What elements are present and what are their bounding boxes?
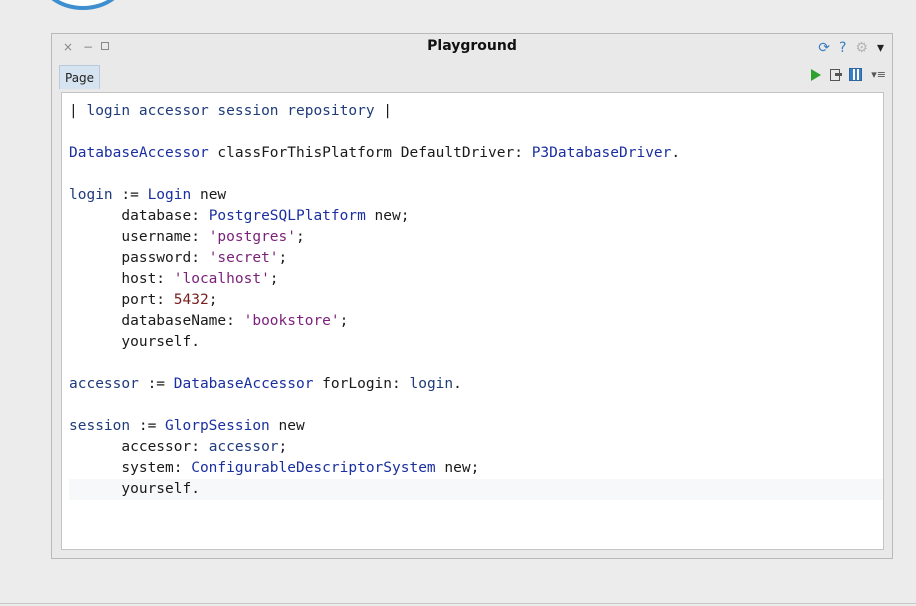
code-line: host: 'localhost';	[69, 269, 680, 290]
grid-icon[interactable]	[849, 68, 863, 81]
code-token: new	[191, 187, 227, 203]
code-token: new;	[435, 460, 480, 476]
help-icon[interactable]: ?	[839, 40, 846, 56]
code-token: P3DatabaseDriver	[531, 145, 672, 161]
code-token: session	[69, 418, 131, 434]
code-line: yourself.	[69, 479, 883, 500]
code-line: port: 5432;	[69, 290, 680, 311]
code-token: databaseName:	[69, 313, 244, 329]
code-editor[interactable]: | login accessor session repository | Da…	[61, 92, 884, 550]
code-line: username: 'postgres';	[69, 227, 680, 248]
code-token: :=	[138, 376, 174, 392]
window-title-icons: ⟳? ⚙ ▾	[818, 40, 884, 56]
code-token: ;	[339, 313, 349, 329]
code-token: |	[69, 103, 87, 119]
dropdown-arrow-icon[interactable]: ▾	[877, 40, 884, 56]
gear-icon[interactable]: ⚙	[855, 40, 868, 56]
code-token: ;	[296, 229, 305, 245]
code-token: .	[671, 145, 681, 161]
code-token: 'secret'	[208, 250, 279, 266]
code-token: username:	[69, 229, 209, 245]
code-token: system:	[69, 460, 192, 476]
code-token: DatabaseAccessor	[173, 376, 314, 392]
code-token: classForThisPlatform DefaultDriver:	[208, 145, 532, 161]
menu-icon[interactable]: ▾≡	[871, 68, 886, 81]
code-text[interactable]: | login accessor session repository | Da…	[69, 101, 883, 500]
playground-window: × − Playground ⟳? ⚙ ▾ Page ▾≡ | login acce…	[51, 33, 893, 559]
code-token: ;	[269, 271, 279, 287]
code-line: DatabaseAccessor classForThisPlatform De…	[69, 143, 680, 164]
code-token: .	[453, 376, 462, 392]
playground-toolbar: ▾≡	[811, 68, 886, 81]
window-titlebar[interactable]: × − Playground ⟳? ⚙ ▾	[52, 34, 892, 62]
code-token: password:	[69, 250, 209, 266]
code-token: accessor	[208, 439, 279, 455]
code-token: 5432	[173, 292, 209, 308]
code-token: 'localhost'	[173, 271, 270, 287]
code-token: 'postgres'	[208, 229, 296, 245]
taskbar-divider	[0, 603, 916, 604]
code-line: | login accessor session repository |	[69, 101, 680, 122]
code-token: PostgreSQLPlatform	[208, 208, 366, 224]
code-token: 'bookstore'	[243, 313, 340, 329]
sync-icon[interactable]: ⟳	[818, 40, 830, 56]
code-token: database:	[69, 208, 209, 224]
code-line: password: 'secret';	[69, 248, 680, 269]
code-token: accessor:	[69, 439, 209, 455]
code-token: yourself.	[69, 481, 200, 497]
code-token: DatabaseAccessor	[69, 145, 209, 161]
code-line: login := Login new	[69, 185, 680, 206]
code-token: :=	[130, 418, 166, 434]
code-token: host:	[69, 271, 174, 287]
code-line: yourself.	[69, 332, 680, 353]
code-token: login	[409, 376, 454, 392]
window-title: Playground	[427, 38, 517, 54]
export-icon[interactable]	[830, 68, 843, 81]
code-token: login accessor session repository	[86, 103, 375, 119]
code-token: ;	[278, 439, 288, 455]
code-token: ;	[278, 250, 288, 266]
code-token: login	[69, 187, 113, 203]
code-line: accessor := DatabaseAccessor forLogin: l…	[69, 374, 680, 395]
code-token: accessor	[69, 376, 139, 392]
code-token: |	[374, 103, 393, 119]
tab-page[interactable]: Page	[59, 65, 101, 89]
code-line: databaseName: 'bookstore';	[69, 311, 680, 332]
code-token: ;	[208, 292, 218, 308]
play-icon[interactable]	[811, 68, 822, 81]
code-token: :=	[112, 187, 148, 203]
code-token: yourself.	[69, 334, 200, 350]
code-line: session := GlorpSession new	[69, 416, 680, 437]
code-token: new;	[365, 208, 410, 224]
code-line: system: ConfigurableDescriptorSystem new…	[69, 458, 680, 479]
code-token: port:	[69, 292, 174, 308]
code-token: new	[269, 418, 305, 434]
pharo-logo	[38, 0, 128, 10]
code-token: GlorpSession	[165, 418, 270, 434]
code-token: ConfigurableDescriptorSystem	[191, 460, 436, 476]
code-token: Login	[147, 187, 192, 203]
code-token: forLogin:	[313, 376, 410, 392]
code-line: accessor: accessor;	[69, 437, 680, 458]
code-line: database: PostgreSQLPlatform new;	[69, 206, 680, 227]
